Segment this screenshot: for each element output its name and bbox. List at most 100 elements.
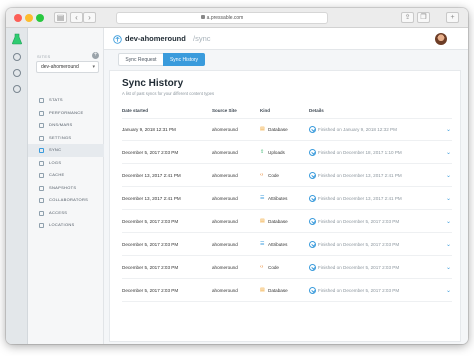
sidebar-item-snapshots[interactable]: SNAPSHOTS xyxy=(28,182,104,195)
code-icon: ‹› xyxy=(260,264,264,270)
sidebar-item-performance[interactable]: PERFORMANCE xyxy=(28,107,104,120)
sidebar-item-dns[interactable]: DNS/MARS xyxy=(28,119,104,132)
table-row[interactable]: December 13, 2017 2:41 PM ahomeround ☰ At… xyxy=(122,188,452,210)
row-kind: ☰ Attributes xyxy=(260,196,287,202)
app-logo-icon[interactable] xyxy=(11,33,23,45)
tabs-icon[interactable]: ❐ xyxy=(417,12,430,23)
snapshots-icon xyxy=(39,185,44,191)
row-kind: ‹› Code xyxy=(260,264,279,271)
sidebar-item-label: SNAPSHOTS xyxy=(49,184,77,190)
database-icon: ▤ xyxy=(260,287,265,293)
sidebar-item-cache[interactable]: CACHE xyxy=(28,169,104,182)
sidebar-item-label: LOCATIONS xyxy=(49,222,75,227)
address-bar[interactable]: a.pressable.com xyxy=(116,12,328,24)
check-circle-icon xyxy=(309,287,316,294)
locations-icon xyxy=(39,223,44,228)
lock-icon xyxy=(200,15,205,19)
row-date: December 5, 2017 2:03 PM xyxy=(122,219,179,224)
chevron-down-icon[interactable]: ⌄ xyxy=(446,126,451,133)
url-text: a.pressable.com xyxy=(206,15,244,21)
chevron-down-icon[interactable]: ⌄ xyxy=(446,241,451,248)
sidebar-item-locations[interactable]: LOCATIONS xyxy=(28,219,104,232)
row-kind: ‹› Code xyxy=(260,173,279,179)
account-icon[interactable] xyxy=(13,85,21,93)
sidebar: SITES + dev-ahomeround ▾ STATS PERFORMAN… xyxy=(28,28,104,344)
column-header-details: Details xyxy=(309,108,324,113)
sites-icon[interactable] xyxy=(13,53,21,61)
settings-icon[interactable] xyxy=(13,69,21,77)
sync-icon xyxy=(39,148,44,153)
chevron-down-icon[interactable]: ⌄ xyxy=(446,172,451,179)
row-kind-label: Database xyxy=(268,219,288,224)
table-header: Date started Source Site Kind Details xyxy=(122,108,452,119)
chevron-down-icon[interactable]: ⌄ xyxy=(446,195,451,202)
chevron-down-icon[interactable]: ⌄ xyxy=(446,264,451,271)
row-date: December 5, 2017 2:03 PM xyxy=(122,242,179,247)
chevron-down-icon[interactable]: ⌄ xyxy=(446,149,451,156)
sidebar-item-stats[interactable]: STATS xyxy=(28,94,104,107)
row-details: Finished on January 9, 2018 12:32 PM xyxy=(309,126,397,133)
row-details: Finished on December 5, 2017 2:03 PM xyxy=(309,218,400,225)
page-title: dev-ahomeround xyxy=(125,34,186,43)
sidebar-item-settings[interactable]: SETTINGS xyxy=(28,132,104,145)
table-row[interactable]: January 9, 2018 12:31 PM ahomeround ▤ Dat… xyxy=(122,119,452,141)
add-site-icon[interactable]: + xyxy=(92,52,99,59)
sidebar-item-label: STATS xyxy=(49,97,63,102)
sidebar-toggle-icon[interactable]: ▤ xyxy=(54,12,67,23)
sidebar-item-label: SETTINGS xyxy=(49,134,72,140)
site-select[interactable]: dev-ahomeround ▾ xyxy=(36,61,99,73)
check-circle-icon xyxy=(309,264,316,271)
row-details: Finished on December 5, 2017 2:03 PM xyxy=(309,264,400,271)
tab-sync-request[interactable]: Sync Request xyxy=(118,53,164,66)
avatar[interactable] xyxy=(435,33,447,45)
chevron-down-icon[interactable]: ⌄ xyxy=(446,218,451,225)
back-icon[interactable]: ‹ xyxy=(70,12,83,23)
dns-icon xyxy=(39,123,44,128)
table-row[interactable]: December 5, 2017 2:03 PM ahomeround ▤ Dat… xyxy=(122,211,452,233)
cache-icon xyxy=(39,173,44,178)
tab-sync-history[interactable]: Sync History xyxy=(163,53,205,66)
row-source-site: ahomeround xyxy=(212,219,238,224)
row-detail-text: Finished on December 18, 2017 1:10 PM xyxy=(318,150,402,155)
main-content: dev-ahomeround /sync Sync Request Sync H… xyxy=(104,28,468,344)
check-circle-icon xyxy=(309,241,316,248)
share-icon[interactable]: ⇪ xyxy=(401,12,414,23)
row-kind-label: Attributes xyxy=(268,242,288,247)
attributes-icon: ☰ xyxy=(260,241,265,247)
check-circle-icon xyxy=(309,126,316,133)
logs-icon xyxy=(39,160,44,166)
sidebar-item-collaborators[interactable]: COLLABORATORS xyxy=(28,194,104,207)
close-window-button[interactable] xyxy=(14,14,22,22)
sidebar-item-logs[interactable]: LOGS xyxy=(28,157,104,170)
chevron-down-icon[interactable]: ⌄ xyxy=(446,287,451,294)
table-row[interactable]: December 5, 2017 2:03 PM ahomeround ☰ Att… xyxy=(122,234,452,256)
stats-icon xyxy=(39,98,44,103)
row-date: December 5, 2017 2:03 PM xyxy=(122,150,179,155)
table-row[interactable]: December 5, 2017 2:03 PM ahomeround ⇪ Upl… xyxy=(122,142,452,164)
forward-icon[interactable]: › xyxy=(83,12,96,23)
minimize-window-button[interactable] xyxy=(25,14,33,22)
table-row[interactable]: December 5, 2017 2:03 PM ahomeround ‹› Co… xyxy=(122,257,452,279)
table-row[interactable]: December 13, 2017 2:41 PM ahomeround ‹› C… xyxy=(122,165,452,187)
browser-toolbar: ▤ ‹ › a.pressable.com ⇪ ❐ + xyxy=(6,8,468,28)
check-circle-icon xyxy=(309,172,316,179)
app-rail xyxy=(6,28,28,344)
sidebar-nav: STATS PERFORMANCE DNS/MARS SETTINGS SYNC… xyxy=(28,94,104,232)
row-detail-text: Finished on December 5, 2017 2:03 PM xyxy=(318,219,400,224)
sidebar-item-sync[interactable]: SYNC xyxy=(28,144,104,157)
row-date: January 9, 2018 12:31 PM xyxy=(122,127,176,132)
row-source-site: ahomeround xyxy=(212,196,238,201)
sync-history-card: Sync History A list of past syncs for yo… xyxy=(109,70,461,342)
new-tab-icon[interactable]: + xyxy=(446,12,459,23)
sidebar-item-label: COLLABORATORS xyxy=(49,197,89,202)
check-circle-icon xyxy=(309,218,316,225)
maximize-window-button[interactable] xyxy=(36,14,44,22)
table-row[interactable]: December 5, 2017 2:03 PM ahomeround ▤ Dat… xyxy=(122,280,452,302)
column-header-date: Date started xyxy=(122,108,149,113)
row-date: December 13, 2017 2:41 PM xyxy=(122,173,181,178)
column-header-kind: Kind xyxy=(260,108,270,113)
row-source-site: ahomeround xyxy=(212,288,238,293)
sidebar-item-access[interactable]: ACCESS xyxy=(28,207,104,220)
row-detail-text: Finished on December 5, 2017 2:03 PM xyxy=(318,265,400,270)
card-subtitle: A list of past syncs for your different … xyxy=(122,91,215,96)
